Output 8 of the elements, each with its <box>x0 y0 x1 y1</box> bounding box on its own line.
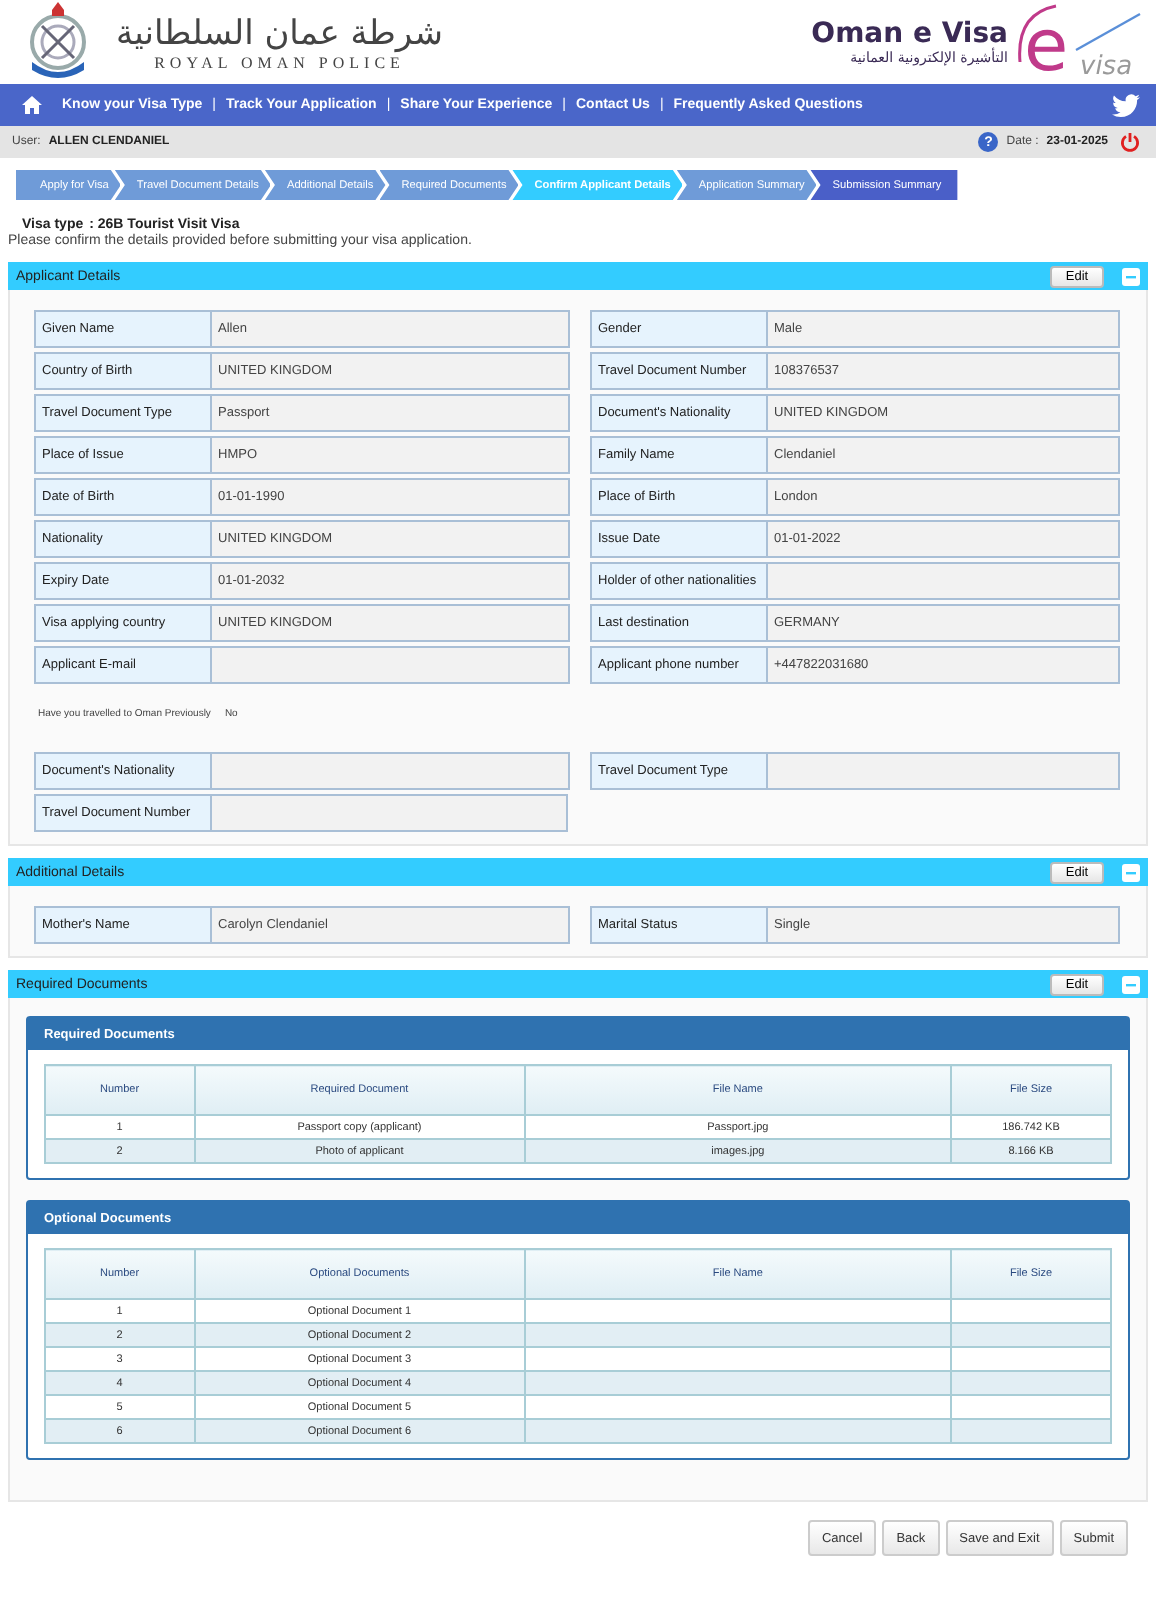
evisa-title: Oman e Visa <box>811 18 1008 50</box>
power-icon[interactable] <box>1120 132 1140 152</box>
home-icon[interactable] <box>22 96 42 114</box>
police-arabic-name: شرطة عمان السلطانية <box>116 13 444 53</box>
police-english-name: ROYAL OMAN POLICE <box>154 53 405 71</box>
evisa-logo: e visa <box>1016 2 1144 82</box>
bird-icon[interactable] <box>1112 93 1140 117</box>
emblem-drawing <box>24 2 92 82</box>
